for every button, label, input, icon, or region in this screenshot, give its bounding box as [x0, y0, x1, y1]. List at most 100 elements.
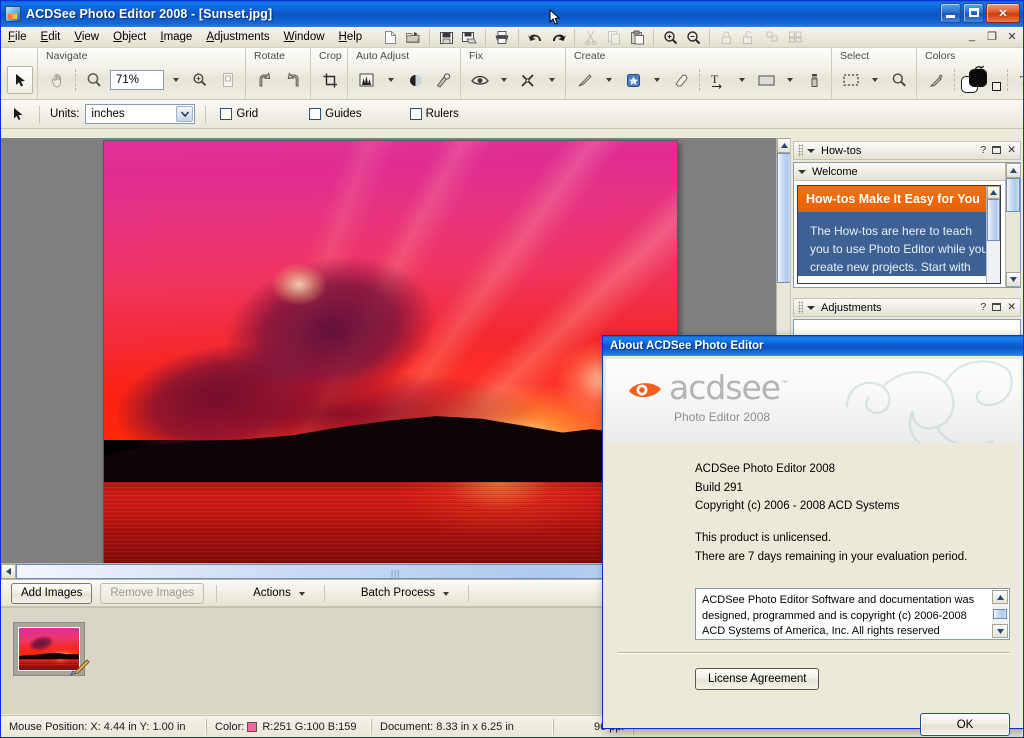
save-icon[interactable] — [435, 28, 457, 47]
grid-checkbox[interactable]: Grid — [220, 108, 258, 120]
levels-icon[interactable] — [354, 66, 380, 94]
paintbrush-dropdown-arrow[interactable] — [600, 66, 618, 94]
panel-grip-adjustments[interactable] — [798, 301, 803, 314]
units-label: Units: — [50, 108, 80, 120]
add-images-button[interactable]: Add Images — [11, 582, 93, 604]
adjustments-help-button[interactable]: ? — [980, 301, 986, 313]
mdi-minimize-button[interactable]: _ — [965, 29, 979, 43]
panel-grip[interactable] — [798, 144, 803, 157]
adjustments-float-button[interactable] — [992, 303, 1002, 311]
ok-button[interactable]: OK — [920, 713, 1010, 737]
paintbrush-icon[interactable] — [572, 66, 598, 94]
magnifier-icon[interactable] — [81, 66, 107, 94]
acdsee-logo: acdsee™ — [628, 371, 789, 404]
toolgroup-label-colors: Colors — [925, 50, 956, 62]
menu-help[interactable]: Help — [332, 29, 370, 45]
zoom-actual-icon[interactable] — [215, 66, 241, 94]
crop-icon[interactable] — [317, 66, 343, 94]
scroll-left-button[interactable] — [1, 564, 16, 579]
gradient-dropdown-arrow[interactable] — [781, 66, 799, 94]
document-image[interactable] — [103, 140, 678, 576]
text-icon[interactable]: T — [705, 66, 731, 94]
panel-header-adjustments[interactable]: Adjustments ? ✕ — [793, 298, 1021, 317]
license-scroll-down[interactable] — [992, 624, 1008, 639]
auto-contrast-icon[interactable] — [402, 66, 428, 94]
how-tos-section-header[interactable]: Welcome — [794, 163, 1020, 181]
text-dropdown-arrow[interactable] — [733, 66, 751, 94]
how-tos-scroll-up[interactable] — [1006, 163, 1021, 178]
eyedropper-icon[interactable] — [923, 66, 949, 94]
zoom-level-input[interactable]: 71% — [110, 70, 164, 90]
zoom-out-icon[interactable] — [682, 28, 704, 47]
levels-dropdown-arrow[interactable] — [382, 66, 400, 94]
license-text-box[interactable]: ACDSee Photo Editor Software and documen… — [695, 588, 1010, 641]
panel-header-how-tos[interactable]: How-tos ? ✕ — [793, 141, 1021, 160]
blemish-dropdown-arrow[interactable] — [543, 66, 561, 94]
toolgroup-label-fix: Fix — [469, 50, 483, 62]
collapse-caret-icon-adjustments[interactable] — [807, 305, 815, 310]
rulers-checkbox[interactable]: Rulers — [409, 108, 459, 120]
rotate-right-icon[interactable] — [252, 66, 278, 94]
open-icon[interactable] — [402, 28, 424, 47]
panel-close-button[interactable]: ✕ — [1007, 144, 1016, 156]
maximize-button[interactable] — [963, 3, 984, 23]
zoom-in-icon[interactable] — [659, 28, 681, 47]
new-icon[interactable] — [379, 28, 401, 47]
select-dropdown-arrow[interactable] — [866, 66, 884, 94]
rotate-left-icon[interactable] — [280, 66, 306, 94]
panel-float-button[interactable] — [992, 146, 1002, 154]
menu-view[interactable]: View — [67, 29, 106, 45]
red-eye-icon[interactable] — [467, 66, 493, 94]
guides-checkbox-box[interactable] — [309, 108, 322, 120]
paste-icon[interactable] — [626, 28, 648, 47]
marquee-select-icon[interactable] — [838, 66, 864, 94]
eraser-icon[interactable] — [668, 66, 694, 94]
chevron-down-icon[interactable] — [176, 106, 194, 122]
blemish-remover-icon[interactable] — [515, 66, 541, 94]
shape-dropdown-arrow[interactable] — [648, 66, 666, 94]
rulers-checkbox-box[interactable] — [409, 108, 422, 120]
color-swatches[interactable] — [960, 64, 1002, 94]
clone-icon[interactable] — [801, 66, 827, 94]
magic-wand-icon[interactable] — [886, 66, 912, 94]
adjustments-close-button[interactable]: ✕ — [1007, 301, 1016, 313]
panel-help-button[interactable]: ? — [980, 144, 986, 156]
how-tos-inner-scrollbar[interactable] — [986, 186, 1000, 283]
gradient-icon[interactable] — [753, 66, 779, 94]
units-select[interactable]: inches — [85, 104, 196, 124]
menu-image[interactable]: Image — [153, 29, 199, 45]
guides-checkbox[interactable]: Guides — [309, 108, 362, 120]
mdi-restore-button[interactable]: ❐ — [985, 29, 999, 43]
actions-button[interactable]: Actions — [243, 583, 312, 604]
menu-adjustments[interactable]: Adjustments — [199, 29, 276, 45]
red-eye-dropdown-arrow[interactable] — [495, 66, 513, 94]
how-tos-scrollbar[interactable] — [1005, 163, 1021, 287]
grid-checkbox-box[interactable] — [220, 108, 233, 120]
zoom-dropdown-arrow[interactable] — [167, 66, 185, 94]
license-scroll-up[interactable] — [992, 590, 1008, 605]
menu-file[interactable]: File — [1, 29, 34, 45]
how-tos-scroll-down[interactable] — [1006, 272, 1021, 287]
basket-thumbnail-item[interactable] — [13, 622, 90, 677]
menu-window[interactable]: Window — [277, 29, 332, 45]
pan-hand-icon[interactable] — [44, 66, 70, 94]
redo-icon[interactable] — [547, 28, 569, 47]
close-button[interactable]: ✕ — [986, 3, 1020, 23]
swap-colors-icon[interactable] — [973, 64, 985, 73]
license-agreement-button[interactable]: License Agreement — [695, 668, 820, 691]
shape-icon[interactable] — [620, 66, 646, 94]
print-icon[interactable] — [491, 28, 513, 47]
menu-object[interactable]: Object — [106, 29, 153, 45]
batch-process-button[interactable]: Batch Process — [351, 583, 456, 604]
license-scrollbar[interactable] — [992, 590, 1008, 639]
undo-icon[interactable] — [524, 28, 546, 47]
default-colors-icon[interactable] — [992, 82, 1001, 91]
auto-fix-icon[interactable] — [430, 66, 456, 94]
zoom-fit-icon[interactable] — [187, 66, 213, 94]
mdi-close-button[interactable]: ✕ — [1005, 29, 1019, 43]
menu-edit[interactable]: Edit — [34, 29, 68, 45]
minimize-button[interactable] — [940, 3, 961, 23]
save-as-icon[interactable] — [458, 28, 480, 47]
collapse-caret-icon[interactable] — [807, 148, 815, 153]
pointer-tool[interactable] — [7, 66, 33, 94]
